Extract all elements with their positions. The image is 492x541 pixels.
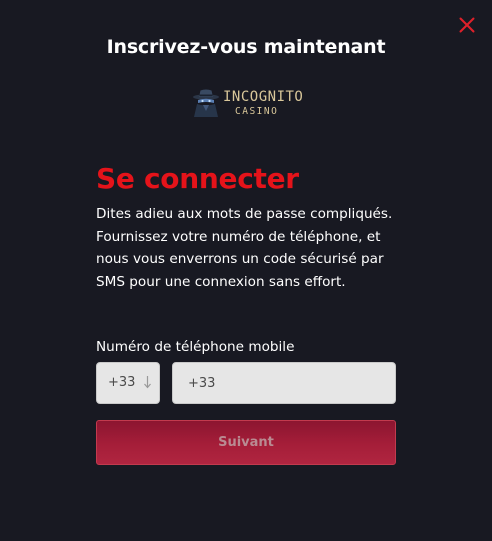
login-description: Dites adieu aux mots de passe compliqués… — [96, 206, 393, 290]
next-button[interactable]: Suivant — [96, 420, 396, 465]
modal-title: Inscrivez-vous maintenant — [106, 36, 386, 58]
logo-text-sub: CASINO — [235, 106, 279, 117]
spy-hat-icon — [193, 89, 219, 117]
login-heading: Se connecter — [96, 162, 299, 195]
country-code-value: +33 — [108, 375, 136, 390]
signup-modal: Inscrivez-vous maintenant INCOGNITO CASI… — [0, 0, 492, 541]
close-icon — [459, 17, 475, 33]
phone-label: Numéro de téléphone mobile — [96, 339, 295, 355]
casino-logo: INCOGNITO CASINO — [190, 86, 310, 120]
arrow-down-icon — [144, 376, 151, 389]
phone-input[interactable] — [172, 362, 396, 404]
logo-text-main: INCOGNITO — [223, 89, 304, 105]
country-code-select[interactable]: +33 — [96, 362, 160, 404]
close-button[interactable] — [457, 15, 477, 35]
